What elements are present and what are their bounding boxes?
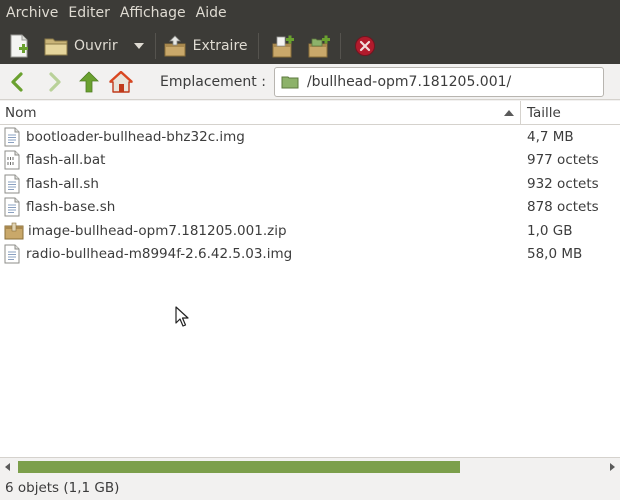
column-header-name[interactable]: Nom [0, 101, 521, 124]
menu-view[interactable]: Affichage [115, 0, 191, 27]
menu-edit[interactable]: Editer [63, 0, 114, 27]
toolbar-separator [257, 32, 259, 59]
parent-folder-button[interactable] [74, 67, 104, 97]
file-size: 977 octets [527, 152, 599, 169]
back-arrow-icon [11, 71, 23, 92]
horizontal-scrollbar[interactable] [0, 457, 620, 475]
back-button[interactable] [2, 67, 32, 97]
toolbar-separator [154, 32, 156, 59]
location-path: /bullhead-opm7.181205.001/ [306, 73, 512, 90]
list-header: Nom Taille [0, 101, 620, 125]
stop-icon [354, 35, 375, 56]
table-row[interactable]: flash-all.sh 932 octets [0, 172, 620, 196]
add-files-icon [272, 35, 294, 57]
file-name: flash-base.sh [26, 199, 116, 216]
forward-button[interactable] [40, 67, 70, 97]
archive-file-icon [4, 222, 24, 240]
stop-button[interactable] [350, 30, 380, 62]
scroll-left-icon[interactable] [5, 463, 10, 471]
file-name: flash-all.bat [26, 152, 106, 169]
file-name: bootloader-bullhead-bhz32c.img [26, 128, 245, 145]
column-header-size[interactable]: Taille [521, 101, 620, 124]
location-bar: Emplacement : /bullhead-opm7.181205.001/ [0, 64, 620, 100]
sort-ascending-icon [504, 110, 514, 116]
home-button[interactable] [106, 67, 136, 97]
extract-button[interactable]: Extraire [159, 30, 252, 62]
table-row[interactable]: radio-bullhead-m8994f-2.6.42.5.03.img 58… [0, 243, 620, 267]
file-size: 932 octets [527, 175, 599, 192]
menu-archive[interactable]: Archive [1, 0, 63, 27]
forward-arrow-icon [49, 71, 61, 92]
file-name: flash-all.sh [26, 175, 99, 192]
binary-file-icon [4, 150, 20, 170]
open-dropdown-button[interactable] [122, 30, 152, 62]
toolbar-separator [339, 32, 341, 59]
table-row[interactable]: flash-base.sh 878 octets [0, 196, 620, 220]
text-file-icon [4, 244, 20, 264]
file-name: radio-bullhead-m8994f-2.6.42.5.03.img [26, 246, 293, 263]
file-size: 1,0 GB [527, 222, 573, 239]
menu-bar: Archive Editer Affichage Aide [0, 0, 620, 27]
location-field[interactable]: /bullhead-opm7.181205.001/ [273, 66, 604, 97]
mouse-pointer-icon [175, 306, 189, 327]
column-header-name-label: Nom [5, 104, 37, 121]
file-size: 58,0 MB [527, 246, 583, 263]
status-text: 6 objets (1,1 GB) [5, 479, 120, 496]
toolbar: Ouvrir Extraire [0, 27, 620, 64]
scroll-right-icon[interactable] [610, 463, 615, 471]
add-folder-button[interactable] [302, 30, 336, 62]
table-row[interactable]: image-bullhead-opm7.181205.001.zip 1,0 G… [0, 219, 620, 243]
extract-icon [164, 34, 186, 56]
add-folder-icon [308, 35, 330, 57]
file-size: 4,7 MB [527, 128, 574, 145]
open-button-label: Ouvrir [74, 37, 118, 54]
scrollbar-thumb[interactable] [18, 461, 460, 473]
table-row[interactable]: flash-all.bat 977 octets [0, 149, 620, 173]
open-folder-icon [44, 38, 68, 55]
new-archive-button[interactable] [4, 30, 34, 62]
home-icon [109, 70, 133, 93]
file-name: image-bullhead-opm7.181205.001.zip [28, 222, 287, 239]
status-bar: 6 objets (1,1 GB) [0, 475, 620, 500]
extract-button-label: Extraire [192, 37, 248, 54]
up-arrow-icon [79, 70, 99, 92]
column-header-size-label: Taille [527, 104, 561, 121]
menu-help[interactable]: Aide [191, 0, 232, 27]
add-files-button[interactable] [266, 30, 300, 62]
file-list: Nom Taille bootloader-bullhead-bhz32c.im… [0, 101, 620, 457]
folder-icon [281, 76, 299, 88]
location-label: Emplacement : [160, 73, 266, 90]
new-archive-icon [10, 34, 28, 57]
open-button[interactable]: Ouvrir [40, 30, 122, 62]
text-file-icon [4, 127, 20, 147]
text-file-icon [4, 174, 20, 194]
file-size: 878 octets [527, 199, 599, 216]
dropdown-arrow-icon [133, 42, 144, 49]
table-row[interactable]: bootloader-bullhead-bhz32c.img 4,7 MB [0, 125, 620, 149]
text-file-icon [4, 197, 20, 217]
